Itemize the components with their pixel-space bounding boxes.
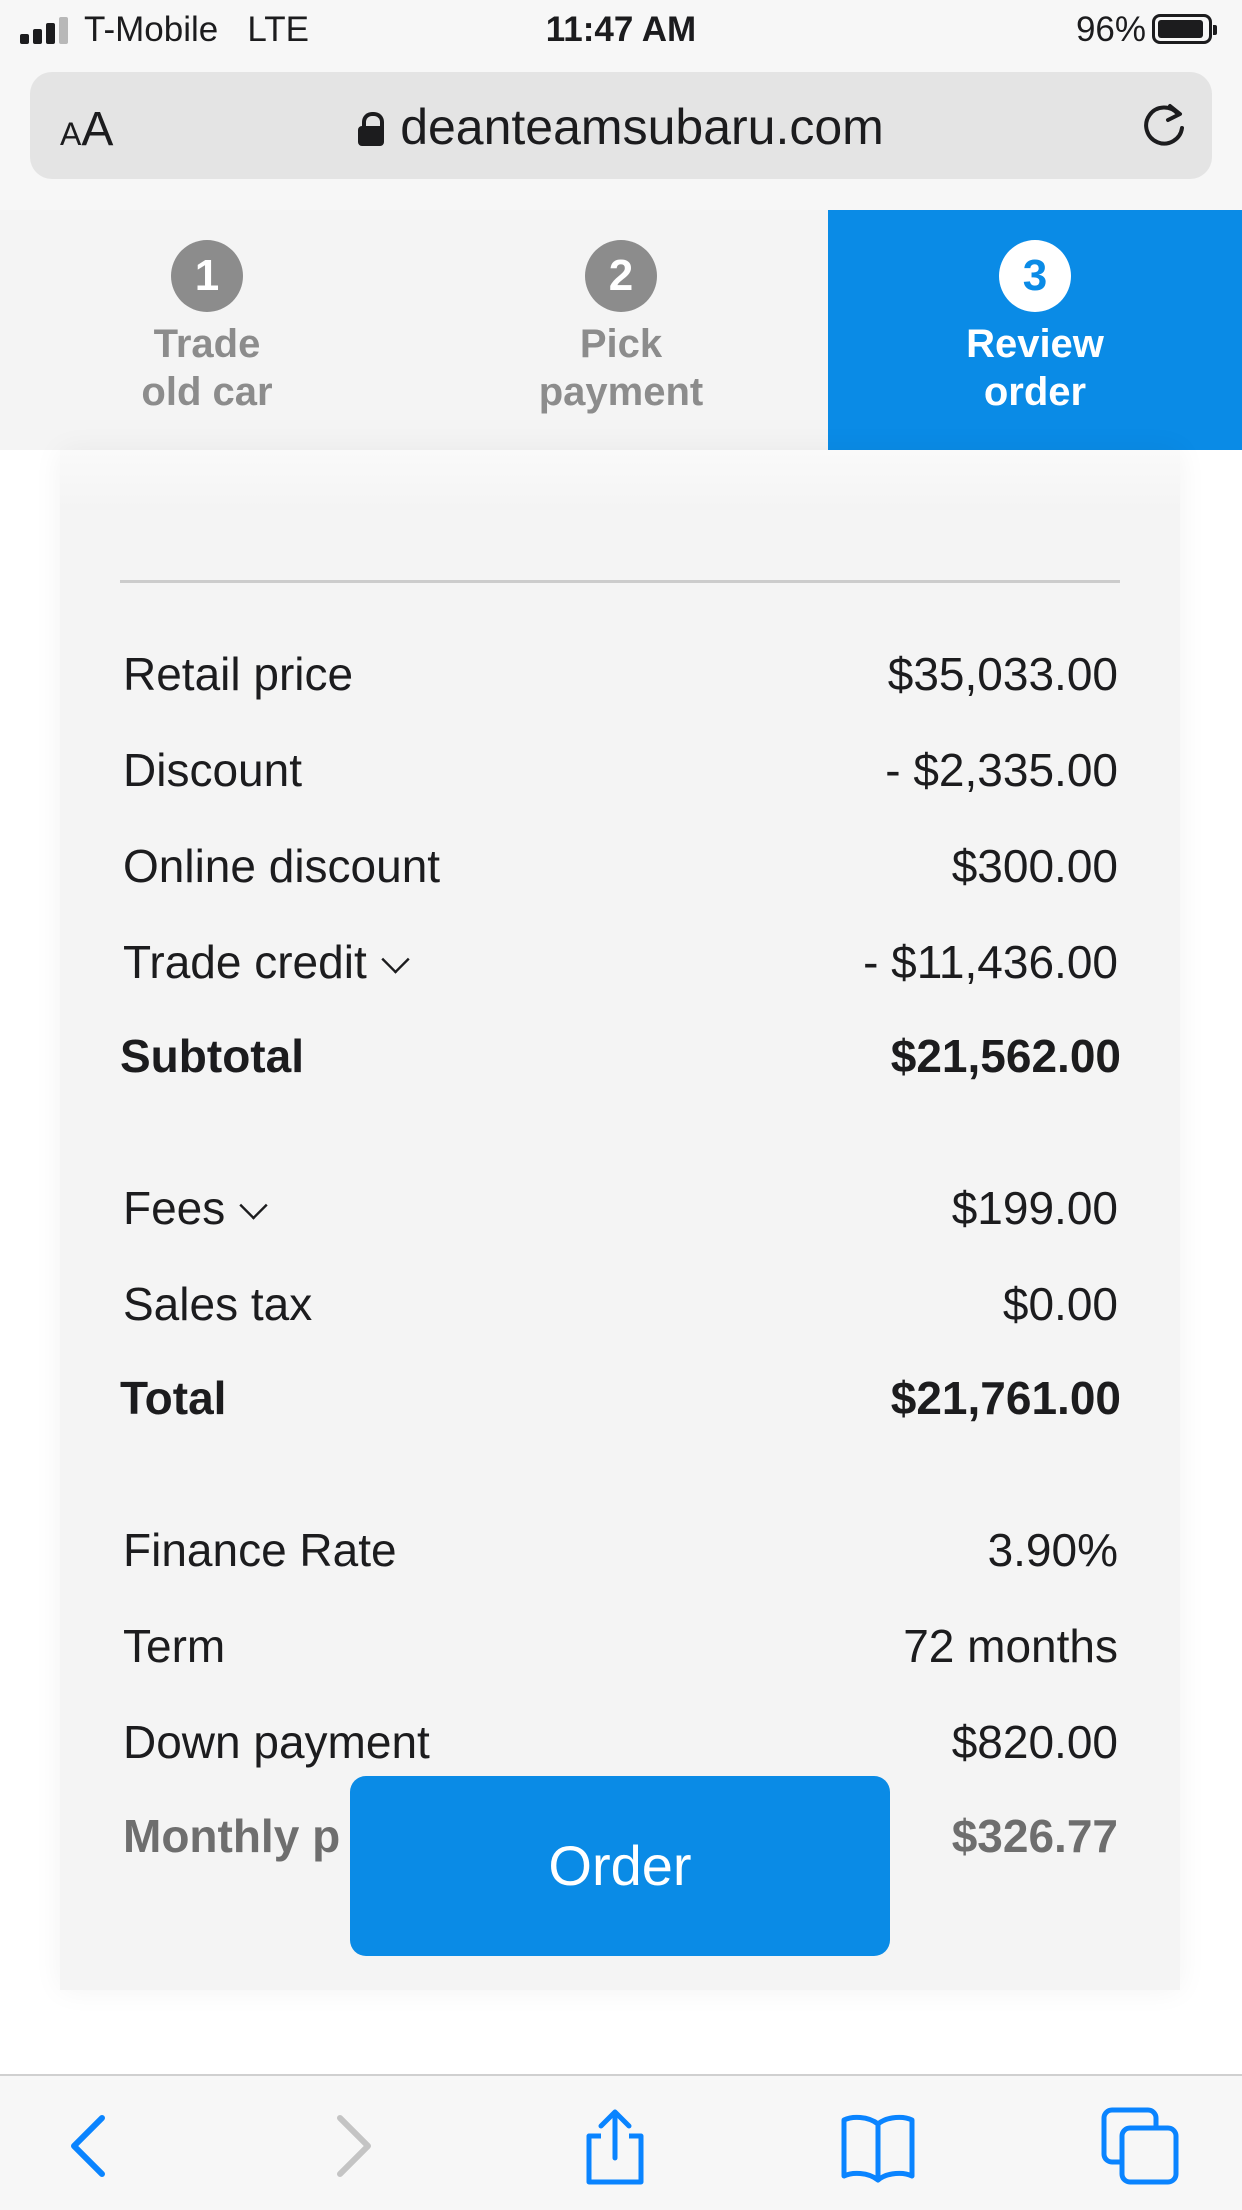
total-label: Total	[120, 1372, 227, 1424]
bookmarks-icon[interactable]	[838, 2106, 918, 2186]
step-label-line1: Pick	[579, 322, 663, 366]
order-button[interactable]: Order	[350, 1776, 890, 1956]
total-value: $21,761.00	[890, 1372, 1121, 1424]
step-number: 3	[999, 240, 1071, 312]
status-bar: T-Mobile LTE 11:47 AM 96%	[0, 0, 1242, 62]
summary-divider	[120, 580, 1120, 583]
step-number: 2	[585, 240, 657, 312]
order-summary-card: Retail price $35,033.00 Discount - $2,33…	[60, 450, 1180, 1990]
chevron-down-icon[interactable]	[381, 945, 410, 974]
retail-price-row: Retail price $35,033.00	[123, 644, 1118, 704]
down-payment-row: Down payment $820.00	[123, 1712, 1118, 1772]
retail-price-value: $35,033.00	[887, 648, 1118, 700]
step-pick-payment[interactable]: 2 Pick payment	[414, 210, 828, 450]
online-discount-row: Online discount $300.00	[123, 836, 1118, 896]
status-time: 11:47 AM	[545, 10, 697, 49]
browser-address-area: AA deanteamsubaru.com	[0, 62, 1242, 212]
step-label-line2: old car	[141, 370, 273, 414]
checkout-steps: 1 Trade old car 2 Pick payment 3 Review …	[0, 210, 1242, 450]
discount-value: - $2,335.00	[885, 744, 1118, 796]
retail-price-label: Retail price	[123, 648, 354, 700]
fees-row[interactable]: Fees $199.00	[123, 1178, 1118, 1238]
discount-row: Discount - $2,335.00	[123, 740, 1118, 800]
fees-label-wrap[interactable]: Fees	[123, 1178, 268, 1238]
fees-label: Fees	[123, 1182, 226, 1234]
sales-tax-row: Sales tax $0.00	[123, 1274, 1118, 1334]
lock-icon	[358, 112, 385, 146]
battery-percent: 96%	[1075, 10, 1146, 49]
chevron-down-icon[interactable]	[239, 1191, 268, 1220]
trade-credit-label: Trade credit	[123, 936, 367, 988]
trade-credit-label-wrap[interactable]: Trade credit	[123, 932, 410, 992]
down-payment-label: Down payment	[123, 1716, 430, 1768]
subtotal-value: $21,562.00	[890, 1030, 1121, 1082]
online-discount-value: $300.00	[951, 840, 1118, 892]
step-trade-old-car[interactable]: 1 Trade old car	[0, 210, 414, 450]
share-icon[interactable]	[575, 2106, 655, 2186]
trade-credit-value: - $11,436.00	[863, 936, 1118, 988]
battery-icon	[1152, 14, 1217, 44]
reload-icon[interactable]	[1138, 100, 1190, 152]
sales-tax-value: $0.00	[1002, 1278, 1118, 1330]
tabs-icon[interactable]	[1100, 2106, 1180, 2186]
down-payment-value: $820.00	[951, 1716, 1118, 1768]
finance-rate-row: Finance Rate 3.90%	[123, 1520, 1118, 1580]
step-number: 1	[171, 240, 243, 312]
subtotal-label: Subtotal	[120, 1030, 304, 1082]
card-fade	[60, 450, 1180, 510]
step-review-order[interactable]: 3 Review order	[828, 210, 1242, 450]
url-text: deanteamsubaru.com	[400, 99, 884, 155]
fees-value: $199.00	[951, 1182, 1118, 1234]
discount-label: Discount	[123, 744, 302, 796]
term-label: Term	[123, 1620, 226, 1672]
sales-tax-label: Sales tax	[123, 1278, 313, 1330]
url-bar[interactable]: AA deanteamsubaru.com	[30, 72, 1212, 179]
browser-toolbar	[0, 2074, 1242, 2210]
step-label-line2: order	[983, 370, 1087, 414]
trade-credit-row[interactable]: Trade credit - $11,436.00	[123, 932, 1118, 992]
finance-rate-value: 3.90%	[987, 1524, 1118, 1576]
finance-rate-label: Finance Rate	[123, 1524, 397, 1576]
step-label-line1: Review	[966, 322, 1104, 366]
term-row: Term 72 months	[123, 1616, 1118, 1676]
back-icon[interactable]	[52, 2106, 132, 2186]
term-value: 72 months	[903, 1620, 1118, 1672]
subtotal-row: Subtotal $21,562.00	[120, 1026, 1121, 1086]
step-label-line1: Trade	[153, 322, 261, 366]
monthly-payment-value: $326.77	[951, 1810, 1118, 1862]
step-label-line2: payment	[538, 370, 704, 414]
online-discount-label: Online discount	[123, 840, 441, 892]
url-display[interactable]: deanteamsubaru.com	[30, 98, 1212, 156]
monthly-payment-label: Monthly p	[123, 1810, 341, 1862]
forward-icon[interactable]	[310, 2106, 390, 2186]
total-row: Total $21,761.00	[120, 1368, 1121, 1428]
